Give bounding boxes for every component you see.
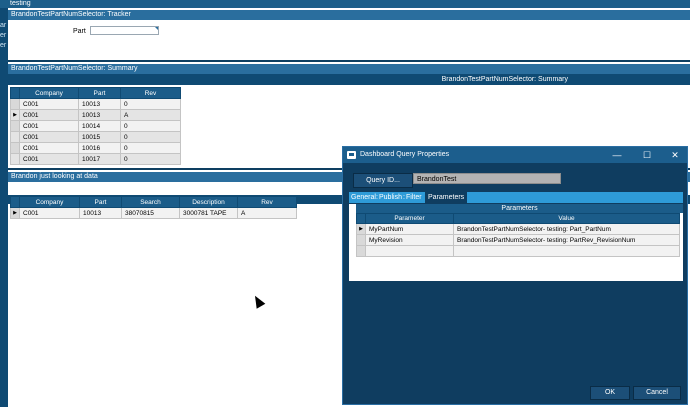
cell-company[interactable]: C001	[19, 98, 79, 110]
table-row[interactable]: C001 10016 0	[10, 142, 181, 154]
column-header[interactable]: Company	[19, 87, 79, 99]
summary-panel-header: BrandonTestPartNumSelector: Summary	[8, 64, 690, 74]
cell-part[interactable]: 10015	[78, 131, 121, 143]
cell-rev[interactable]: 0	[120, 131, 181, 143]
column-header[interactable]: Value	[453, 213, 680, 224]
cell-rev[interactable]: 0	[120, 120, 181, 132]
panel-divider	[8, 60, 690, 62]
cell-value[interactable]: BrandonTestPartNumSelector- testing: Par…	[453, 223, 680, 235]
cell-company[interactable]: C001	[19, 207, 80, 219]
summary-grid: Company Part Rev C001 10013 0 ▶ C001 100…	[10, 87, 181, 165]
table-row[interactable]	[356, 245, 680, 257]
part-label: Part	[73, 28, 86, 35]
row-selector[interactable]	[10, 131, 20, 143]
table-row[interactable]: C001 10013 0	[10, 98, 181, 110]
row-selector[interactable]	[10, 142, 20, 154]
cell-value[interactable]	[453, 245, 680, 257]
row-selector[interactable]	[10, 98, 20, 110]
cell-part[interactable]: 10014	[78, 120, 121, 132]
cancel-button[interactable]: Cancel	[633, 386, 681, 400]
cell-parameter[interactable]: MyPartNum	[365, 223, 454, 235]
dialog-title-bar[interactable]: Dashboard Query Properties — ☐ ✕	[343, 147, 687, 163]
cell-search[interactable]: 38070815	[121, 207, 180, 219]
left-nav-item[interactable]: ar	[0, 22, 6, 30]
column-header[interactable]: Rev	[237, 196, 297, 208]
cell-company[interactable]: C001	[19, 109, 79, 121]
current-row-arrow-icon[interactable]: ▶	[10, 207, 20, 219]
tab-publish[interactable]: Publish	[379, 192, 402, 203]
column-header[interactable]: Part	[78, 87, 121, 99]
cell-parameter[interactable]: MyRevision	[365, 234, 454, 246]
grid-corner	[10, 196, 20, 208]
cell-description[interactable]: 3000781 TAPE	[179, 207, 238, 219]
column-header[interactable]: Rev	[120, 87, 181, 99]
column-header[interactable]: Company	[19, 196, 80, 208]
table-row[interactable]: C001 10017 0	[10, 153, 181, 165]
row-selector[interactable]	[356, 234, 366, 246]
query-id-button[interactable]: Query ID...	[353, 173, 413, 188]
cell-parameter[interactable]	[365, 245, 454, 257]
tab-filter[interactable]: Filter	[406, 192, 422, 203]
left-nav-item[interactable]: er	[0, 32, 6, 40]
dialog-body: Query ID... BrandonTest General : Publis…	[343, 163, 687, 404]
minimize-button[interactable]: —	[607, 147, 627, 163]
table-row[interactable]: ▶ MyPartNum BrandonTestPartNumSelector- …	[356, 223, 680, 235]
parameters-panel: Parameters Parameter Value ▶ MyPartNum B…	[349, 204, 683, 392]
cell-rev[interactable]: 0	[120, 142, 181, 154]
window-title: testing	[10, 0, 31, 7]
query-id-field[interactable]: BrandonTest	[413, 173, 561, 184]
column-header[interactable]: Search	[121, 196, 180, 208]
window-title-bar: testing	[0, 0, 690, 8]
cell-company[interactable]: C001	[19, 131, 79, 143]
app-icon	[347, 151, 356, 159]
cell-part[interactable]: 10016	[78, 142, 121, 154]
row-selector[interactable]	[10, 153, 20, 165]
row-selector[interactable]	[10, 120, 20, 132]
column-header[interactable]: Part	[79, 196, 122, 208]
grid-corner	[356, 213, 366, 224]
tab-general[interactable]: General	[351, 192, 376, 203]
cell-rev[interactable]: 0	[120, 153, 181, 165]
dialog-title: Dashboard Query Properties	[360, 151, 450, 158]
cell-rev[interactable]: A	[237, 207, 297, 219]
cell-part[interactable]: 10013	[79, 207, 122, 219]
row-selector[interactable]	[356, 245, 366, 257]
close-button[interactable]: ✕	[665, 147, 685, 163]
cell-value[interactable]: BrandonTestPartNumSelector- testing: Par…	[453, 234, 680, 246]
dialog-tab-strip: General : Publish : Filter Parameters	[349, 192, 683, 203]
maximize-button[interactable]: ☐	[637, 147, 657, 163]
lookup-grid: Company Part Search Description Rev ▶ C0…	[10, 196, 297, 219]
grid-corner	[10, 87, 20, 99]
ok-button[interactable]: OK	[590, 386, 630, 400]
tracker-panel-header: BrandonTestPartNumSelector: Tracker	[8, 10, 690, 20]
mouse-pointer-icon	[250, 293, 266, 309]
current-row-arrow-icon[interactable]: ▶	[356, 223, 366, 235]
part-input[interactable]	[90, 26, 159, 35]
cell-rev[interactable]: 0	[120, 98, 181, 110]
tab-parameters[interactable]: Parameters	[425, 192, 468, 203]
summary-grid-titlebar: BrandonTestPartNumSelector: Summary	[8, 74, 690, 85]
table-row[interactable]: MyRevision BrandonTestPartNumSelector- t…	[356, 234, 680, 246]
cell-rev[interactable]: A	[120, 109, 181, 121]
current-row-arrow-icon[interactable]: ▶	[10, 109, 20, 121]
cell-company[interactable]: C001	[19, 153, 79, 165]
cell-part[interactable]: 10013	[78, 98, 121, 110]
table-row[interactable]: C001 10015 0	[10, 131, 181, 143]
column-header[interactable]: Description	[179, 196, 238, 208]
cell-part[interactable]: 10013	[78, 109, 121, 121]
left-nav-item[interactable]: er	[0, 42, 6, 50]
cell-company[interactable]: C001	[19, 120, 79, 132]
cell-part[interactable]: 10017	[78, 153, 121, 165]
dashboard-query-properties-dialog: Dashboard Query Properties — ☐ ✕ Query I…	[342, 146, 688, 405]
parameters-grid: Parameter Value ▶ MyPartNum BrandonTestP…	[356, 213, 680, 257]
cell-company[interactable]: C001	[19, 142, 79, 154]
left-nav-strip: ar er er	[0, 0, 8, 407]
parameters-grid-title: Parameters	[356, 204, 683, 213]
summary-grid-title: BrandonTestPartNumSelector: Summary	[441, 76, 568, 83]
table-row[interactable]: C001 10014 0	[10, 120, 181, 132]
table-row[interactable]: ▶ C001 10013 A	[10, 109, 181, 121]
table-row[interactable]: ▶ C001 10013 38070815 3000781 TAPE A	[10, 207, 297, 219]
column-header[interactable]: Parameter	[365, 213, 454, 224]
